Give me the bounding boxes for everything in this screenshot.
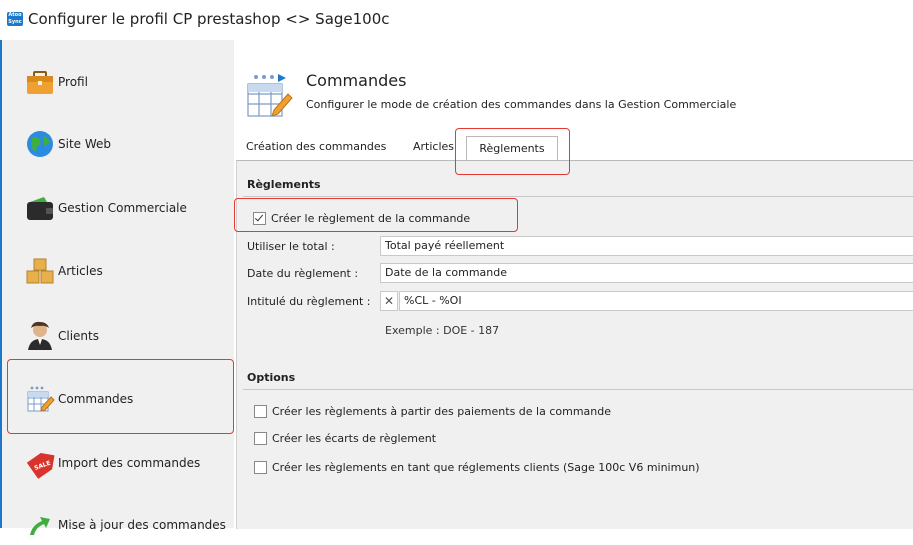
order-grid-icon: [244, 70, 296, 122]
sidebar-item-label: Gestion Commerciale: [58, 201, 187, 215]
intitule-reglement-label: Intitulé du règlement :: [247, 295, 371, 308]
app-logo-text: Atoo Sync: [8, 12, 22, 25]
globe-icon: [24, 128, 56, 160]
sidebar-item-profil[interactable]: Profil: [24, 64, 234, 100]
checkbox-box[interactable]: [253, 212, 266, 225]
briefcase-icon: [24, 66, 56, 98]
wallet-icon: [24, 192, 56, 224]
main-content: Commandes Configurer le mode de création…: [234, 40, 913, 529]
boxes-icon: [24, 255, 56, 287]
sidebar-item-label: Import des commandes: [58, 456, 201, 470]
tab-articles[interactable]: Articles: [413, 140, 454, 153]
sidebar-item-mise-a-jour-des-commandes[interactable]: Mise à jour des commandes: [24, 507, 234, 543]
sidebar-item-commandes[interactable]: Commandes: [24, 381, 234, 417]
example-text: Exemple : DOE - 187: [385, 324, 500, 337]
create-reglement-label: Créer le règlement de la commande: [271, 212, 471, 225]
sale-tag-icon: SALE: [24, 447, 56, 479]
option-label: Créer les écarts de règlement: [272, 432, 437, 445]
sidebar-item-label: Commandes: [58, 392, 134, 406]
sidebar-item-label: Site Web: [58, 137, 112, 151]
utiliser-total-select[interactable]: Total payé réellement: [380, 236, 913, 256]
sidebar-item-label: Profil: [58, 75, 88, 89]
user-icon: [24, 320, 56, 352]
sidebar: Profil Site Web Gestion Commerciale Arti…: [2, 40, 235, 535]
window-title: Configurer le profil CP prestashop <> Sa…: [28, 10, 390, 28]
section-divider: [243, 196, 913, 197]
reglements-panel: Règlements Créer le règlement de la comm…: [236, 160, 913, 529]
section-title-options: Options: [247, 371, 296, 384]
clear-icon[interactable]: ✕: [380, 291, 398, 311]
section-divider: [243, 389, 913, 390]
order-grid-icon: [24, 383, 56, 415]
sidebar-item-import-des-commandes[interactable]: SALE Import des commandes: [24, 445, 234, 481]
sidebar-item-gestion-commerciale[interactable]: Gestion Commerciale: [24, 190, 234, 226]
intitule-reglement-input[interactable]: %CL - %OI: [399, 291, 913, 311]
page-title: Commandes: [306, 71, 407, 90]
app-logo-icon: Atoo Sync: [7, 12, 23, 26]
option-checkbox-reglements-clients[interactable]: Créer les règlements en tant que régleme…: [254, 461, 700, 474]
update-arrow-icon: [24, 509, 56, 541]
sidebar-item-clients[interactable]: Clients: [24, 318, 234, 354]
checkbox-box[interactable]: [254, 461, 267, 474]
title-bar: Atoo Sync Configurer le profil CP presta…: [0, 0, 913, 40]
option-label: Créer les règlements en tant que régleme…: [272, 461, 700, 474]
option-checkbox-paiements[interactable]: Créer les règlements à partir des paieme…: [254, 405, 611, 418]
section-title-reglements: Règlements: [247, 178, 321, 191]
sidebar-item-label: Mise à jour des commandes: [58, 518, 226, 532]
sidebar-item-articles[interactable]: Articles: [24, 253, 234, 289]
option-label: Créer les règlements à partir des paieme…: [272, 405, 612, 418]
sidebar-item-label: Clients: [58, 329, 99, 343]
tab-bar: Création des commandes Articles Règlemen…: [234, 136, 913, 161]
page-subtitle: Configurer le mode de création des comma…: [306, 98, 737, 111]
utiliser-total-label: Utiliser le total :: [247, 240, 335, 253]
option-checkbox-ecarts[interactable]: Créer les écarts de règlement: [254, 432, 436, 445]
tab-creation-des-commandes[interactable]: Création des commandes: [246, 140, 386, 153]
tab-reglements[interactable]: Règlements: [466, 136, 558, 161]
date-reglement-label: Date du règlement :: [247, 267, 359, 280]
date-reglement-select[interactable]: Date de la commande: [380, 263, 913, 283]
sidebar-item-site-web[interactable]: Site Web: [24, 126, 234, 162]
create-reglement-checkbox[interactable]: Créer le règlement de la commande: [253, 212, 470, 225]
checkbox-box[interactable]: [254, 432, 267, 445]
sidebar-item-label: Articles: [58, 264, 103, 278]
checkbox-box[interactable]: [254, 405, 267, 418]
